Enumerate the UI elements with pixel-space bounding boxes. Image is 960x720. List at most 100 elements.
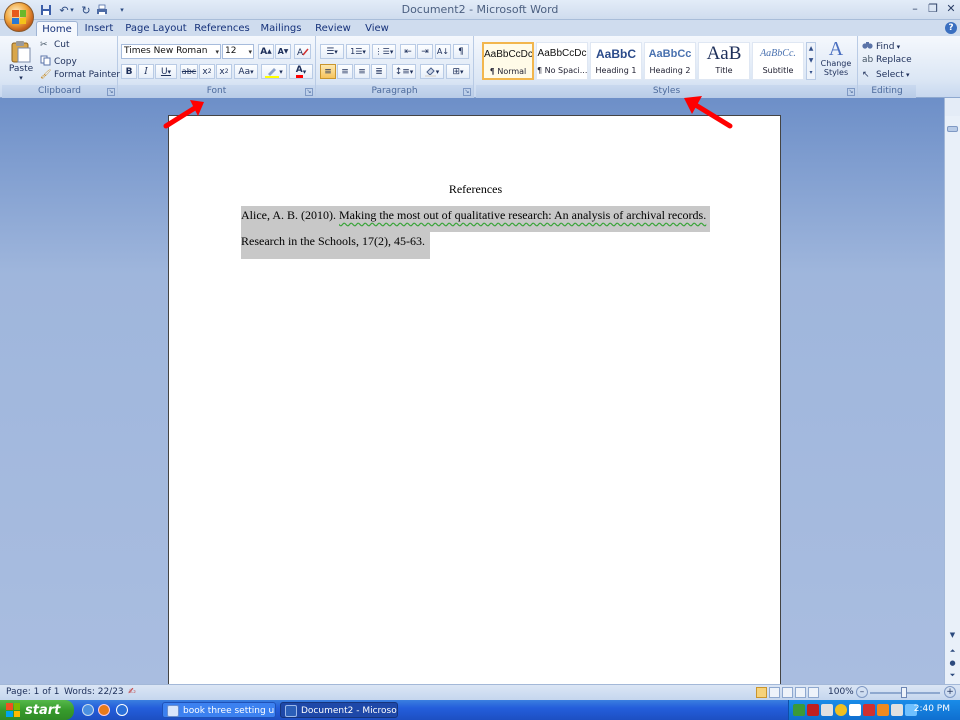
chevron-down-icon[interactable]: ▾: [248, 46, 252, 59]
style-normal[interactable]: AaBbCcDc ¶ Normal: [482, 42, 534, 80]
draft-icon[interactable]: [808, 687, 819, 698]
tab-view[interactable]: View: [360, 21, 394, 37]
taskbar-app-book[interactable]: book three setting up...: [162, 702, 276, 718]
tray-app-icon[interactable]: [877, 704, 889, 716]
align-left-icon[interactable]: ≡: [320, 64, 336, 79]
status-bar: Page: 1 of 1 Words: 22/23 ✍ 100% – +: [0, 684, 960, 700]
document-page[interactable]: References Alice, A. B. (2010). Making t…: [168, 115, 781, 695]
proofing-icon[interactable]: ✍: [128, 687, 136, 697]
paragraph-launcher-icon[interactable]: ↘: [463, 88, 471, 96]
restore-icon[interactable]: ❐: [924, 1, 942, 17]
page-count[interactable]: Page: 1 of 1: [6, 687, 60, 697]
multilevel-list-icon[interactable]: ⋮☰ ▾: [372, 44, 396, 59]
print-layout-icon[interactable]: [756, 687, 767, 698]
superscript-icon[interactable]: x2: [216, 64, 232, 79]
bullets-icon[interactable]: ☰ ▾: [320, 44, 344, 59]
tray-ati-icon[interactable]: [807, 704, 819, 716]
zoom-out-icon[interactable]: –: [856, 686, 868, 698]
full-screen-reading-icon[interactable]: [769, 687, 780, 698]
paste-label: Paste: [8, 64, 34, 74]
styles-gallery-scroll[interactable]: ▲ ▼ ▾: [806, 42, 816, 80]
bold-icon[interactable]: B: [121, 64, 137, 79]
zoom-level[interactable]: 100%: [828, 687, 854, 697]
style-title[interactable]: AaB Title: [698, 42, 750, 80]
zoom-slider-thumb[interactable]: [901, 687, 907, 698]
paste-button[interactable]: Paste ▾: [6, 40, 36, 84]
font-color-icon[interactable]: A ▾: [289, 64, 313, 79]
clipboard-group-label: Clipboard: [2, 85, 117, 98]
scroll-down-icon[interactable]: ▼: [947, 630, 958, 641]
word-count[interactable]: Words: 22/23: [64, 687, 124, 697]
zoom-in-icon[interactable]: +: [944, 686, 956, 698]
show-hide-icon[interactable]: ¶: [453, 44, 469, 59]
shrink-font-icon[interactable]: A ▼: [275, 44, 291, 59]
font-size-combo[interactable]: 12 ▾: [222, 44, 254, 59]
numbering-icon[interactable]: 1☰ ▾: [346, 44, 370, 59]
quick-launch-ie-icon[interactable]: [82, 704, 94, 716]
change-styles-button[interactable]: A Change Styles: [818, 39, 854, 77]
web-layout-icon[interactable]: [782, 687, 793, 698]
tray-mail-icon[interactable]: [849, 704, 861, 716]
copy-button[interactable]: Copy: [40, 55, 77, 69]
minimize-icon[interactable]: –: [906, 1, 924, 17]
tray-usb-icon[interactable]: [891, 704, 903, 716]
grow-font-icon[interactable]: A ▲: [258, 44, 274, 59]
format-painter-button[interactable]: 🖌 Format Painter: [40, 70, 120, 80]
justify-icon[interactable]: ≣: [371, 64, 387, 79]
previous-page-icon[interactable]: ⏶: [947, 646, 958, 657]
start-button[interactable]: start: [0, 700, 74, 720]
tab-mailings[interactable]: Mailings: [256, 21, 306, 37]
outline-icon[interactable]: [795, 687, 806, 698]
sort-icon[interactable]: A↓: [435, 44, 451, 59]
italic-icon[interactable]: I: [138, 64, 154, 79]
style-no-spacing[interactable]: AaBbCcDc ¶ No Spaci...: [536, 42, 588, 80]
replace-button[interactable]: ab Replace: [862, 55, 912, 65]
next-page-icon[interactable]: ⏷: [947, 670, 958, 681]
styles-launcher-icon[interactable]: ↘: [847, 88, 855, 96]
style-heading-2[interactable]: AaBbCc Heading 2: [644, 42, 696, 80]
find-button[interactable]: Find ▾: [862, 40, 900, 53]
change-case-icon[interactable]: Aa ▾: [234, 64, 258, 79]
tab-home[interactable]: Home: [36, 21, 78, 37]
close-icon[interactable]: ✕: [942, 1, 960, 17]
office-button[interactable]: [4, 2, 34, 32]
borders-icon[interactable]: ⊞ ▾: [446, 64, 470, 79]
tab-review[interactable]: Review: [312, 21, 354, 37]
vertical-scrollbar[interactable]: ▼ ⏶ ● ⏷: [944, 116, 960, 684]
highlight-color-icon[interactable]: ▾: [261, 64, 287, 79]
quick-launch-browser-icon[interactable]: [116, 704, 128, 716]
scroll-thumb[interactable]: [947, 126, 958, 132]
style-heading-1[interactable]: AaBbC Heading 1: [590, 42, 642, 80]
font-name-combo[interactable]: Times New Roman ▾: [121, 44, 221, 59]
tab-insert[interactable]: Insert: [80, 21, 118, 37]
font-launcher-icon[interactable]: ↘: [305, 88, 313, 96]
align-right-icon[interactable]: ≡: [354, 64, 370, 79]
view-ruler-button[interactable]: [944, 98, 960, 116]
underline-icon[interactable]: U ▾: [155, 64, 177, 79]
tray-warning-icon[interactable]: [835, 704, 847, 716]
tab-references[interactable]: References: [194, 21, 250, 37]
tray-monitor-icon[interactable]: [821, 704, 833, 716]
help-icon[interactable]: ?: [945, 22, 957, 34]
select-button[interactable]: ↖ Select ▾: [862, 70, 910, 80]
tray-shield-icon[interactable]: [863, 704, 875, 716]
decrease-indent-icon[interactable]: ⇤: [400, 44, 416, 59]
clipboard-launcher-icon[interactable]: ↘: [107, 88, 115, 96]
chevron-down-icon[interactable]: ▾: [215, 46, 219, 59]
align-center-icon[interactable]: ≡: [337, 64, 353, 79]
increase-indent-icon[interactable]: ⇥: [417, 44, 433, 59]
paste-dropdown-icon[interactable]: ▾: [19, 74, 23, 82]
style-subtitle[interactable]: AaBbCc. Subtitle: [752, 42, 804, 80]
tray-network-icon[interactable]: [793, 704, 805, 716]
clear-formatting-icon[interactable]: A: [294, 44, 311, 59]
cut-button[interactable]: ✂ Cut: [40, 40, 70, 50]
tab-page-layout[interactable]: Page Layout: [124, 21, 188, 37]
line-spacing-icon[interactable]: ↕≡ ▾: [392, 64, 416, 79]
strikethrough-icon[interactable]: abc: [180, 64, 198, 79]
browse-object-icon[interactable]: ●: [947, 658, 958, 669]
subscript-icon[interactable]: x2: [199, 64, 215, 79]
shading-icon[interactable]: ▾: [420, 64, 444, 79]
taskbar-app-word[interactable]: Document2 - Microsof...: [280, 702, 398, 718]
quick-launch-firefox-icon[interactable]: [98, 704, 110, 716]
styles-group: AaBbCcDc ¶ Normal AaBbCcDc ¶ No Spaci...…: [476, 36, 858, 98]
